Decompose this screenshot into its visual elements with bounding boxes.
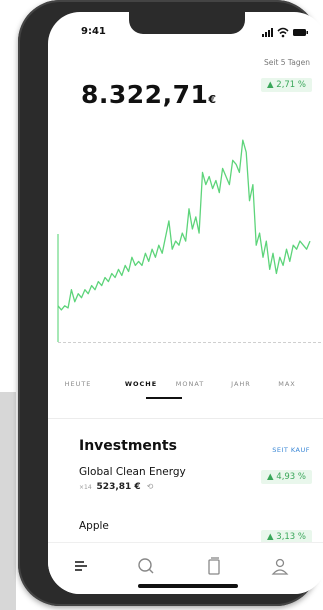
wifi-icon bbox=[277, 27, 289, 38]
investment-change-badge: ▲ 4,93 % bbox=[261, 470, 312, 484]
portfolio-value-amount: 8.322,71 bbox=[81, 80, 209, 109]
battery-icon bbox=[293, 29, 308, 36]
search-icon[interactable] bbox=[134, 555, 158, 579]
active-tab-underline bbox=[146, 397, 182, 399]
notch bbox=[129, 12, 245, 34]
phone-frame: 9:41 Seit 5 Tagen ▲ 2,71 % 8.322,71€ HEU… bbox=[18, 0, 323, 606]
portfolio-change-badge: ▲ 2,71 % bbox=[261, 78, 312, 92]
performance-chart[interactable] bbox=[48, 122, 323, 362]
portfolio-currency: € bbox=[208, 93, 217, 106]
signal-icon bbox=[262, 28, 273, 37]
background-shadow bbox=[0, 392, 16, 610]
investment-row[interactable]: Global Clean Energy ×14 523,81 € ⟲ ▲ 4,9… bbox=[48, 466, 323, 500]
section-divider bbox=[48, 418, 323, 419]
portfolio-value: 8.322,71€ bbox=[81, 80, 217, 109]
investment-name: Apple bbox=[79, 520, 109, 532]
profile-icon[interactable] bbox=[268, 555, 292, 579]
investment-details: ×14 523,81 € ⟲ bbox=[79, 482, 153, 492]
app-screen: 9:41 Seit 5 Tagen ▲ 2,71 % 8.322,71€ HEU… bbox=[48, 12, 323, 594]
list-icon[interactable] bbox=[70, 555, 94, 579]
status-time: 9:41 bbox=[81, 26, 106, 37]
document-icon[interactable] bbox=[202, 555, 226, 579]
home-indicator bbox=[138, 584, 238, 588]
seit-kauf-link[interactable]: SEIT KAUF bbox=[272, 446, 310, 454]
investment-quantity: ×14 bbox=[79, 484, 92, 491]
tab-jahr[interactable]: JAHR bbox=[216, 380, 266, 388]
investment-name: Global Clean Energy bbox=[79, 466, 186, 478]
chart-baseline bbox=[58, 342, 323, 343]
status-icons bbox=[262, 27, 308, 38]
investments-title: Investments bbox=[79, 438, 177, 454]
period-caption: Seit 5 Tagen bbox=[263, 58, 310, 67]
savings-plan-icon: ⟲ bbox=[146, 482, 154, 491]
tab-max[interactable]: MAX bbox=[262, 380, 312, 388]
range-tabs: HEUTE WOCHE MONAT JAHR MAX bbox=[48, 380, 323, 404]
investment-value: 523,81 € bbox=[96, 482, 141, 492]
tab-heute[interactable]: HEUTE bbox=[53, 380, 103, 388]
performance-chart-svg bbox=[57, 139, 311, 342]
performance-line bbox=[57, 139, 311, 311]
tab-monat[interactable]: MONAT bbox=[165, 380, 215, 388]
